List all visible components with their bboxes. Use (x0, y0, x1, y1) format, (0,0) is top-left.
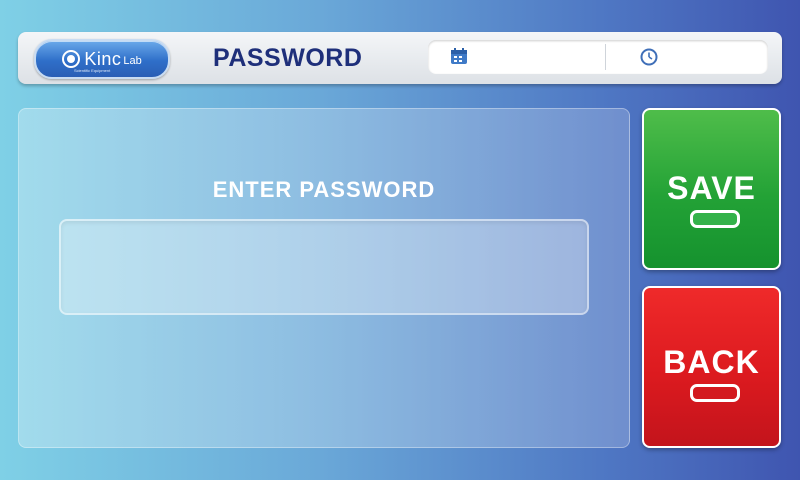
logo-brand-suffix: Lab (123, 55, 142, 67)
logo-tagline: Scientific Equipment (74, 68, 111, 73)
calendar-icon (450, 48, 468, 65)
clock-icon (640, 48, 658, 66)
enter-password-label: ENTER PASSWORD (212, 177, 436, 202)
back-button-label: BACK (663, 344, 760, 380)
save-button-label: SAVE (667, 170, 756, 206)
page-title: PASSWORD (213, 44, 363, 72)
save-indicator-pill (690, 210, 740, 228)
back-indicator-pill (690, 384, 740, 402)
save-button[interactable]: SAVE (642, 108, 781, 270)
password-input[interactable] (59, 219, 589, 315)
header-bar: Kinc Lab Scientific Equipment PASSWORD (18, 32, 782, 84)
kinclab-logo: Kinc Lab Scientific Equipment (34, 39, 170, 79)
datetime-divider (605, 44, 606, 70)
logo-mark-icon (62, 50, 81, 68)
logo-brand: Kinc (84, 48, 122, 69)
datetime-display (428, 40, 768, 74)
password-panel: ENTER PASSWORD (18, 108, 630, 448)
back-button[interactable]: BACK (642, 286, 781, 448)
